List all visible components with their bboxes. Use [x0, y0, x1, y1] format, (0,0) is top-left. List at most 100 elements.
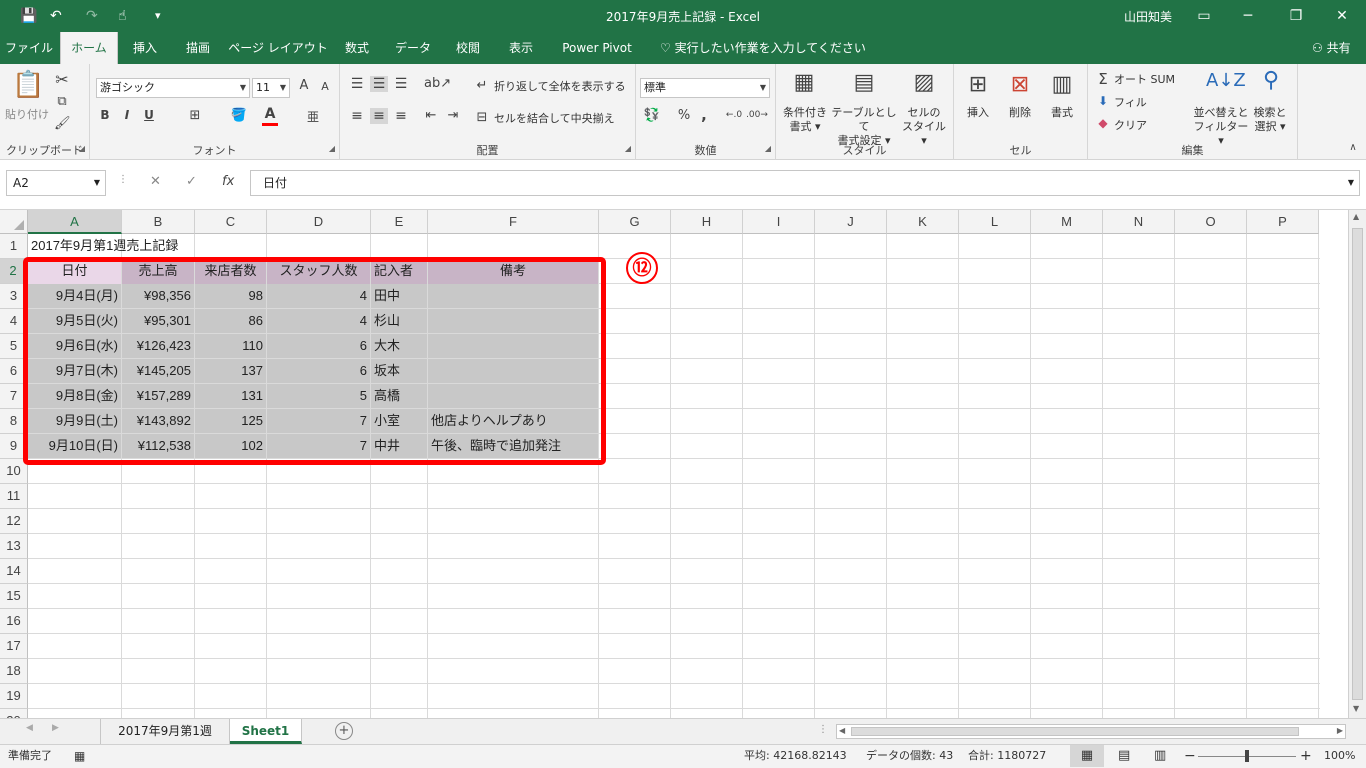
- tab-insert[interactable]: 挿入: [120, 32, 170, 64]
- ribbon-display-icon[interactable]: ▭: [1184, 4, 1224, 28]
- sort-filter-icon[interactable]: A↓Z: [1206, 70, 1246, 91]
- tab-home[interactable]: ホーム: [60, 32, 118, 64]
- tab-data[interactable]: データ: [384, 32, 442, 64]
- column-header-G[interactable]: G: [599, 210, 671, 234]
- row-header-11[interactable]: 11: [0, 484, 28, 509]
- select-all-corner[interactable]: [0, 210, 28, 234]
- row-header-15[interactable]: 15: [0, 584, 28, 609]
- worksheet-grid[interactable]: ABCDEFGHIJKLMNOP 1 2 3 4 5 6 7 8 9 10 11 12 13 14 15 16…: [0, 210, 1366, 734]
- status-count[interactable]: データの個数: 43: [866, 745, 953, 767]
- scroll-up-icon[interactable]: ▲: [1353, 212, 1359, 221]
- status-average[interactable]: 平均: 42168.82143: [744, 745, 847, 767]
- close-icon[interactable]: ✕: [1322, 4, 1362, 28]
- column-header-M[interactable]: M: [1031, 210, 1103, 234]
- conditional-format-button[interactable]: 条件付き 書式 ▾: [778, 106, 832, 134]
- tab-page-layout[interactable]: ページ レイアウト: [226, 32, 330, 64]
- percent-button[interactable]: %: [676, 108, 692, 123]
- conditional-format-icon[interactable]: ▦: [790, 70, 818, 95]
- drag-handle-icon[interactable]: ⋮: [118, 174, 128, 185]
- row-header-17[interactable]: 17: [0, 634, 28, 659]
- align-bottom-icon[interactable]: ☰: [392, 76, 410, 92]
- column-header-K[interactable]: K: [887, 210, 959, 234]
- copy-icon[interactable]: ⧉: [54, 94, 70, 109]
- paste-label[interactable]: 貼り付け: [4, 108, 50, 122]
- cell-A1[interactable]: 2017年9月第1週売上記録: [28, 234, 328, 259]
- normal-view-icon[interactable]: ▦: [1070, 745, 1104, 767]
- horizontal-scroll-thumb[interactable]: [851, 727, 1299, 736]
- delete-cells-button[interactable]: 削除: [1006, 106, 1034, 120]
- find-select-button[interactable]: 検索と 選択 ▾: [1250, 106, 1290, 134]
- formula-input[interactable]: 日付 ▼: [250, 170, 1360, 196]
- decrease-indent-icon[interactable]: ⇤: [422, 108, 440, 123]
- format-cells-icon[interactable]: ▥: [1048, 72, 1076, 97]
- increase-indent-icon[interactable]: ⇥: [444, 108, 462, 123]
- scroll-left-icon[interactable]: ◀: [839, 726, 845, 735]
- delete-cells-icon[interactable]: ⊠: [1006, 72, 1034, 97]
- wrap-text-icon[interactable]: ↵: [474, 78, 490, 93]
- insert-cells-icon[interactable]: ⊞: [964, 72, 992, 97]
- align-left-icon[interactable]: ≡: [348, 108, 366, 124]
- cancel-icon[interactable]: ✕: [150, 174, 161, 189]
- cut-icon[interactable]: ✂: [54, 70, 70, 89]
- next-sheet-icon[interactable]: ▶: [52, 723, 59, 733]
- dialog-launcher-icon[interactable]: ◢: [625, 144, 631, 153]
- row-header-16[interactable]: 16: [0, 609, 28, 634]
- border-icon[interactable]: ⊞: [186, 108, 204, 123]
- merge-center-icon[interactable]: ⊟: [474, 110, 490, 125]
- vertical-scrollbar[interactable]: ▲ ▼: [1348, 210, 1366, 718]
- tab-power-pivot[interactable]: Power Pivot: [552, 32, 642, 64]
- bold-button[interactable]: B: [98, 108, 112, 122]
- increase-decimal-icon[interactable]: ←.0: [724, 110, 744, 120]
- macro-record-icon[interactable]: ▦: [74, 745, 85, 767]
- splitter-handle-icon[interactable]: ⋮: [818, 724, 828, 735]
- currency-icon[interactable]: 💱: [642, 108, 662, 123]
- minimize-icon[interactable]: ─: [1228, 4, 1268, 28]
- insert-function-icon[interactable]: fx: [222, 174, 234, 189]
- column-header-P[interactable]: P: [1247, 210, 1319, 234]
- page-break-view-icon[interactable]: ▥: [1154, 745, 1166, 767]
- page-layout-view-icon[interactable]: ▤: [1118, 745, 1130, 767]
- row-header-1[interactable]: 1: [0, 234, 28, 259]
- share-button[interactable]: ⚇ 共有: [1312, 32, 1351, 64]
- row-header-18[interactable]: 18: [0, 659, 28, 684]
- insert-cells-button[interactable]: 挿入: [964, 106, 992, 120]
- fill-button[interactable]: フィル: [1114, 96, 1147, 110]
- clear-button[interactable]: クリア: [1114, 119, 1147, 133]
- column-header-C[interactable]: C: [195, 210, 267, 234]
- scroll-right-icon[interactable]: ▶: [1337, 726, 1343, 735]
- shrink-font-icon[interactable]: A: [318, 80, 332, 93]
- format-as-table-icon[interactable]: ▤: [850, 70, 878, 95]
- tab-review[interactable]: 校閲: [444, 32, 492, 64]
- enter-icon[interactable]: ✓: [186, 174, 197, 189]
- merge-center-button[interactable]: セルを結合して中央揃え: [494, 112, 615, 126]
- dialog-launcher-icon[interactable]: ◢: [329, 144, 335, 153]
- column-header-I[interactable]: I: [743, 210, 815, 234]
- wrap-text-button[interactable]: 折り返して全体を表示する: [494, 80, 626, 94]
- tab-view[interactable]: 表示: [494, 32, 548, 64]
- column-header-J[interactable]: J: [815, 210, 887, 234]
- tab-file[interactable]: ファイル: [0, 32, 58, 64]
- tab-draw[interactable]: 描画: [172, 32, 224, 64]
- column-header-N[interactable]: N: [1103, 210, 1175, 234]
- vertical-scroll-thumb[interactable]: [1352, 228, 1363, 700]
- sheet-tab-week1[interactable]: 2017年9月第1週: [100, 719, 230, 744]
- dialog-launcher-icon[interactable]: ◢: [765, 144, 771, 153]
- maximize-icon[interactable]: ❐: [1276, 4, 1316, 28]
- column-header-D[interactable]: D: [267, 210, 371, 234]
- row-header-19[interactable]: 19: [0, 684, 28, 709]
- grow-font-icon[interactable]: A: [296, 78, 312, 93]
- zoom-in-icon[interactable]: +: [1300, 745, 1312, 767]
- status-sum[interactable]: 合計: 1180727: [968, 745, 1046, 767]
- zoom-level[interactable]: 100%: [1324, 745, 1355, 767]
- eraser-icon[interactable]: ◆: [1096, 116, 1110, 130]
- tell-me-search[interactable]: ♡ 実行したい作業を入力してください: [660, 32, 866, 64]
- autosum-button[interactable]: オート SUM: [1114, 73, 1175, 87]
- format-cells-button[interactable]: 書式: [1048, 106, 1076, 120]
- horizontal-scrollbar[interactable]: ◀ ▶: [836, 724, 1346, 739]
- comma-button[interactable]: ,: [698, 106, 710, 124]
- font-size-select[interactable]: 11 ▼: [252, 78, 290, 98]
- column-header-E[interactable]: E: [371, 210, 428, 234]
- underline-button[interactable]: U: [142, 108, 156, 122]
- row-header-12[interactable]: 12: [0, 509, 28, 534]
- prev-sheet-icon[interactable]: ◀: [26, 723, 33, 733]
